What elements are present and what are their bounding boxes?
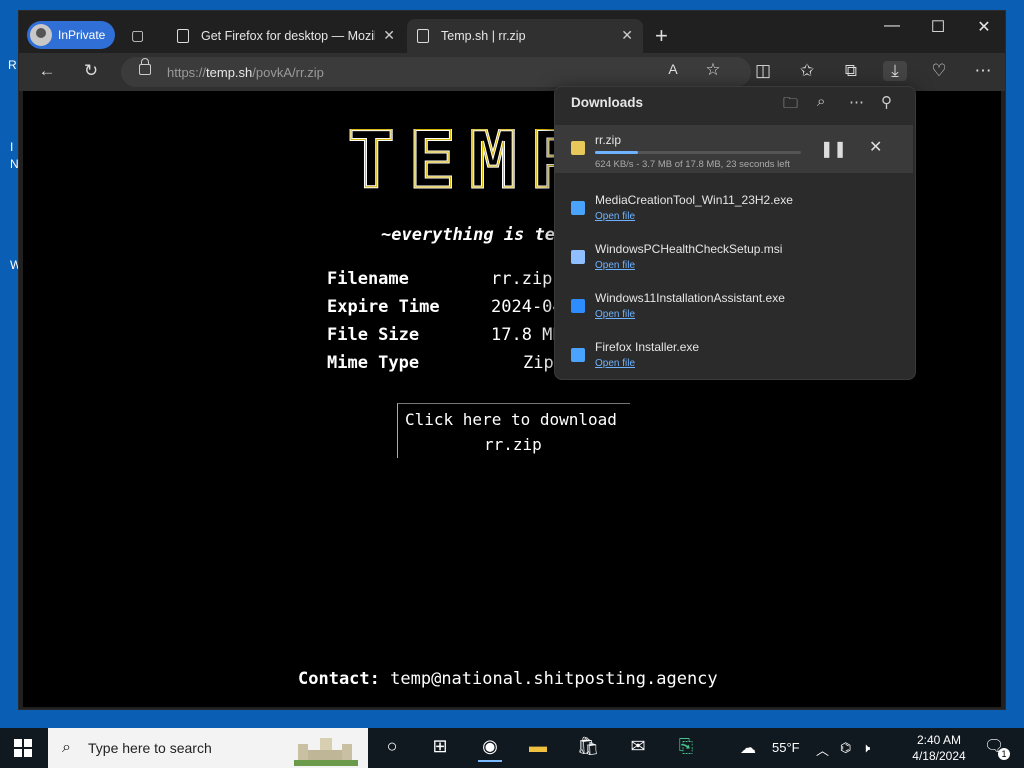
store-icon[interactable]: 🛍: [576, 736, 600, 760]
expire-time-label: Expire Time: [327, 297, 440, 317]
cancel-download-icon[interactable]: ✕: [869, 137, 882, 157]
taskbar-search[interactable]: ⌕ Type here to search: [48, 728, 368, 768]
download-progress-bar: [595, 151, 801, 154]
download-item[interactable]: Windows11InstallationAssistant.exe Open …: [555, 283, 913, 331]
sound-icon[interactable]: 🕨: [862, 740, 870, 756]
download-filename: WindowsPCHealthCheckSetup.msi: [595, 242, 783, 256]
tab-temp-sh[interactable]: Temp.sh | rr.zip ✕: [407, 19, 643, 53]
pause-icon[interactable]: ❚❚: [820, 139, 847, 159]
contact-line: Contact: temp@national.shitposting.agenc…: [298, 669, 718, 689]
address-bar[interactable]: https://temp.sh/povkA/rr.zip A ☆: [121, 57, 751, 87]
open-file-link[interactable]: Open file: [595, 309, 635, 320]
open-file-link[interactable]: Open file: [595, 358, 635, 369]
desktop-icon-label: I: [10, 140, 14, 154]
page-icon: [417, 29, 429, 43]
favorite-star-icon[interactable]: ☆: [701, 60, 725, 80]
exe-icon: [571, 348, 585, 362]
weather-temp[interactable]: 55°F: [772, 740, 800, 755]
download-item[interactable]: WindowsPCHealthCheckSetup.msi Open file: [555, 234, 913, 282]
downloads-panel: Downloads 🗀 ⌕ ⋯ ⚲ rr.zip 624 KB/s - 3.7 …: [554, 86, 916, 380]
mime-type-label: Mime Type: [327, 353, 420, 373]
mail-icon[interactable]: ✉: [626, 736, 650, 760]
close-tab-icon[interactable]: ✕: [383, 27, 395, 44]
file-explorer-icon[interactable]: ▬: [526, 736, 550, 760]
open-file-link[interactable]: Open file: [595, 211, 635, 222]
tab-firefox[interactable]: Get Firefox for desktop — Mozilla (US) ✕: [167, 19, 405, 53]
search-placeholder: Type here to search: [88, 740, 212, 756]
collections-icon[interactable]: ⧉: [839, 61, 863, 81]
widgets-icon[interactable]: ⊞: [428, 736, 452, 760]
download-link-text[interactable]: Click here to download: [405, 410, 617, 429]
tab-title: Get Firefox for desktop — Mozilla (US): [201, 29, 375, 43]
weather-cloud-icon[interactable]: ☁: [740, 738, 756, 758]
download-link[interactable]: Click here to download rr.zip: [397, 403, 630, 458]
file-size-label: File Size: [327, 325, 420, 345]
windows-icon: [571, 299, 585, 313]
download-filename: MediaCreationTool_Win11_23H2.exe: [595, 193, 793, 207]
download-status: 624 KB/s - 3.7 MB of 17.8 MB, 23 seconds…: [595, 159, 790, 170]
task-view-icon[interactable]: ○: [380, 736, 404, 760]
url-text[interactable]: https://temp.sh/povkA/rr.zip: [167, 65, 324, 80]
download-filename: Firefox Installer.exe: [595, 340, 700, 354]
tray-chevron-icon[interactable]: ︿: [816, 740, 829, 759]
download-item-rr-zip[interactable]: rr.zip 624 KB/s - 3.7 MB of 17.8 MB, 23 …: [555, 125, 913, 173]
app-icon[interactable]: ⎘: [674, 736, 698, 760]
search-icon: ⌕: [62, 739, 71, 756]
taskbar: ⌕ Type here to search ○ ⊞ ◉ ▬ 🛍 ✉ ⎘ ☁ 55…: [0, 728, 1024, 768]
back-icon[interactable]: ←: [35, 61, 59, 81]
settings-more-icon[interactable]: ⋯: [971, 61, 995, 81]
favorites-icon[interactable]: ✩: [795, 61, 819, 81]
page-icon: [177, 29, 189, 43]
download-filename: Windows11InstallationAssistant.exe: [595, 291, 785, 305]
download-link-filename[interactable]: rr.zip: [484, 435, 542, 454]
start-button[interactable]: [14, 739, 32, 757]
network-icon[interactable]: ⌬: [840, 740, 851, 756]
close-tab-icon[interactable]: ✕: [621, 27, 633, 44]
download-item[interactable]: MediaCreationTool_Win11_23H2.exe Open fi…: [555, 185, 913, 233]
maximize-icon[interactable]: ☐: [915, 17, 961, 37]
downloads-icon[interactable]: ⤓: [883, 61, 907, 81]
inprivate-label: InPrivate: [58, 28, 106, 42]
tab-title: Temp.sh | rr.zip: [441, 29, 526, 43]
clock-time: 2:40 AM: [916, 733, 962, 747]
exe-icon: [571, 201, 585, 215]
split-screen-icon[interactable]: ◫: [751, 61, 775, 81]
clock-date: 4/18/2024: [912, 749, 966, 763]
avatar: [30, 24, 52, 46]
contact-label: Contact:: [298, 669, 380, 689]
download-filename: rr.zip: [595, 133, 622, 147]
refresh-icon[interactable]: ↻: [79, 61, 103, 81]
new-tab-icon[interactable]: +: [655, 23, 668, 49]
tab-actions-icon[interactable]: ▢: [131, 27, 144, 44]
msi-icon: [571, 250, 585, 264]
read-aloud-icon[interactable]: A: [661, 61, 685, 77]
notification-count: 1: [998, 748, 1010, 760]
filename-label: Filename: [327, 269, 409, 289]
desktop-icon-label: R: [8, 58, 17, 72]
open-folder-icon[interactable]: 🗀: [783, 93, 798, 118]
tab-bar: InPrivate ▢ Get Firefox for desktop — Mo…: [19, 11, 1005, 53]
filename-value: rr.zip: [491, 269, 553, 289]
browser-essentials-icon[interactable]: ♡: [927, 61, 951, 81]
lock-icon[interactable]: [139, 58, 151, 75]
pin-icon[interactable]: ⚲: [881, 93, 892, 111]
minimize-icon[interactable]: —: [869, 17, 915, 35]
downloads-title: Downloads: [571, 95, 644, 110]
inprivate-badge[interactable]: InPrivate: [27, 21, 115, 49]
zip-icon: [571, 141, 585, 155]
search-icon[interactable]: ⌕: [817, 93, 825, 110]
clock[interactable]: 2:40 AM 4/18/2024: [904, 732, 974, 764]
search-highlight-castle-icon: [294, 738, 358, 766]
close-window-icon[interactable]: ✕: [961, 17, 1007, 37]
download-item[interactable]: Firefox Installer.exe Open file: [555, 332, 913, 380]
more-options-icon[interactable]: ⋯: [849, 93, 864, 111]
open-file-link[interactable]: Open file: [595, 260, 635, 271]
edge-icon[interactable]: ◉: [478, 736, 502, 762]
file-size-value: 17.8 MB: [491, 325, 563, 345]
contact-email[interactable]: temp@national.shitposting.agency: [390, 669, 718, 689]
